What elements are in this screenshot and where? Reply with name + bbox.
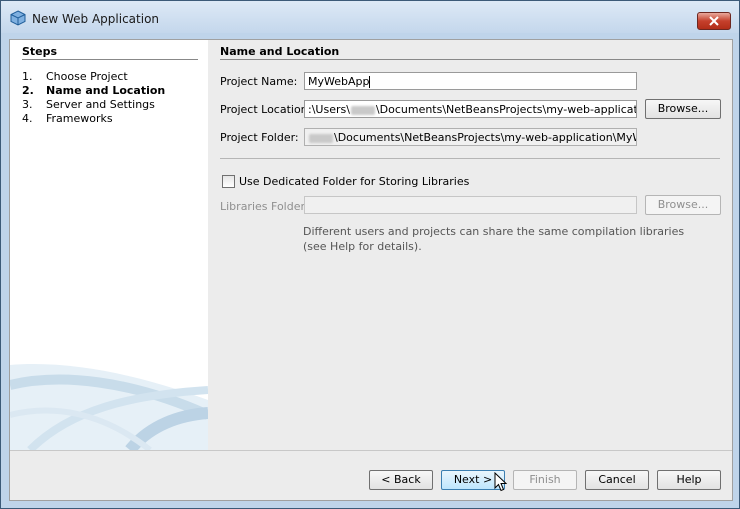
steps-divider <box>22 59 198 60</box>
step-label: Choose Project <box>46 70 128 83</box>
step-number: 1. <box>22 70 33 83</box>
step-label: Server and Settings <box>46 98 155 111</box>
title-bar[interactable]: New Web Application <box>1 1 739 33</box>
project-location-input[interactable]: :\Users\ \Documents\NetBeansProjects\my-w… <box>304 100 637 118</box>
project-name-label: Project Name: <box>220 75 298 88</box>
step-number: 3. <box>22 98 33 111</box>
finish-button[interactable]: Finish <box>513 470 577 490</box>
browse-location-button[interactable]: Browse... <box>645 99 721 119</box>
project-name-input[interactable]: MyWebApp <box>304 72 637 90</box>
browse-libraries-button[interactable]: Browse... <box>645 195 721 215</box>
wizard-content: Steps 1. Choose Project 2. Name and Locati… <box>9 39 733 501</box>
hint-line-1: Different users and projects can share t… <box>303 225 685 238</box>
project-location-label: Project Location: <box>220 103 312 116</box>
section-divider <box>220 59 720 60</box>
steps-heading: Steps <box>22 45 58 58</box>
decorative-swoosh-graphic <box>10 364 208 450</box>
steps-panel: Steps 1. Choose Project 2. Name and Locati… <box>10 40 208 450</box>
redacted-username <box>350 105 375 115</box>
back-button[interactable]: < Back <box>369 470 433 490</box>
help-button[interactable]: Help <box>657 470 721 490</box>
hint-line-2: (see Help for details). <box>303 240 422 253</box>
dedicated-folder-label[interactable]: Use Dedicated Folder for Storing Librari… <box>239 175 469 188</box>
options-divider <box>220 158 720 159</box>
libraries-folder-input[interactable] <box>304 196 637 214</box>
dialog-window: New Web Application Steps 1. Choose Proje… <box>0 0 740 509</box>
text-caret <box>369 76 371 88</box>
redacted-path <box>309 133 333 143</box>
step-number: 2. <box>22 84 34 97</box>
netbeans-cube-icon <box>10 10 26 26</box>
project-name-value: MyWebApp <box>308 75 370 88</box>
dedicated-folder-checkbox[interactable] <box>222 175 235 188</box>
folder-value-suffix: \Documents\NetBeansProjects\my-web-appli… <box>334 131 636 144</box>
section-heading: Name and Location <box>220 45 340 58</box>
cancel-button[interactable]: Cancel <box>585 470 649 490</box>
step-label: Frameworks <box>46 112 113 125</box>
window-title: New Web Application <box>32 12 160 26</box>
step-label: Name and Location <box>46 84 166 97</box>
location-value-prefix: :\Users\ <box>308 103 350 116</box>
location-value-suffix: \Documents\NetBeansProjects\my-web-appli… <box>375 103 637 116</box>
step-choose-project: 1. Choose Project <box>22 70 128 83</box>
project-folder-label: Project Folder: <box>220 131 299 144</box>
step-frameworks: 4. Frameworks <box>22 112 113 125</box>
close-button[interactable] <box>697 12 731 30</box>
step-server-and-settings: 3. Server and Settings <box>22 98 155 111</box>
mouse-pointer-icon <box>494 472 508 492</box>
libraries-hint: Different users and projects can share t… <box>303 224 684 254</box>
libraries-folder-label: Libraries Folder: <box>220 200 309 213</box>
close-icon <box>709 16 719 26</box>
step-number: 4. <box>22 112 33 125</box>
button-bar-divider <box>10 450 732 451</box>
step-name-and-location: 2. Name and Location <box>22 84 165 97</box>
project-folder-field[interactable]: \Documents\NetBeansProjects\my-web-appli… <box>304 128 637 146</box>
